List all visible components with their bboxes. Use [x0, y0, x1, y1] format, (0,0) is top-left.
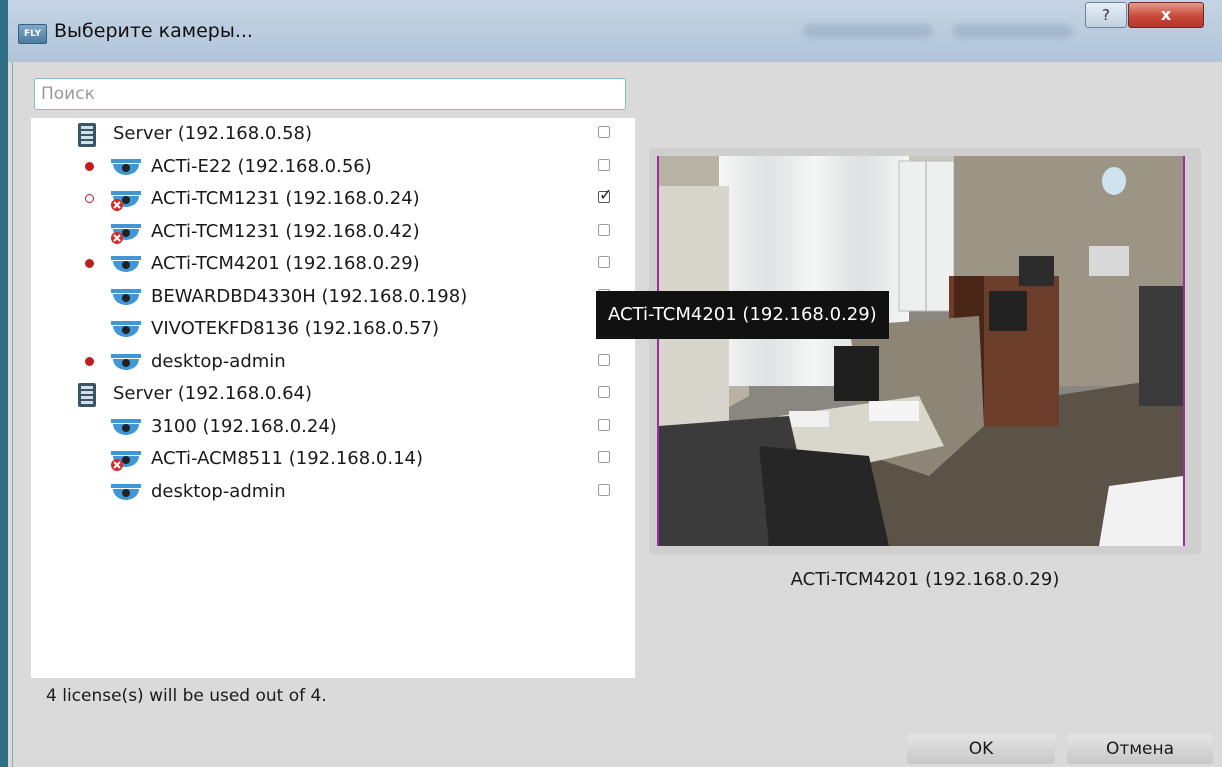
- dialog-title: Выберите камеры...: [54, 20, 253, 42]
- tree-camera-row[interactable]: ACTi-TCM4201 (192.168.0.29): [31, 248, 635, 280]
- recording-indicator-icon: [85, 356, 94, 366]
- camera-icon: [109, 351, 143, 379]
- tree-item-label: ACTi-TCM1231 (192.168.0.24): [151, 188, 420, 209]
- recording-indicator-icon: [85, 161, 94, 171]
- tree-camera-row[interactable]: desktop-admin: [31, 476, 635, 508]
- recording-indicator-icon: [85, 259, 94, 268]
- title-bar: FLY Выберите камеры... ? x: [8, 0, 1222, 62]
- tree-item-label: ACTi-ACM8511 (192.168.0.14): [151, 448, 424, 469]
- camera-preview: [649, 148, 1201, 554]
- camera-checkbox[interactable]: [598, 158, 610, 171]
- camera-checkbox[interactable]: [598, 451, 610, 463]
- recording-indicator-icon: [85, 194, 94, 203]
- tree-item-label: Server (192.168.0.64): [113, 383, 313, 404]
- tree-item-label: 3100 (192.168.0.24): [151, 415, 337, 437]
- tree-camera-row[interactable]: BEWARDBD4330H (192.168.0.198): [31, 281, 635, 313]
- office-scene-image: [659, 156, 1183, 546]
- tree-item-label: ACTi-TCM4201 (192.168.0.29): [151, 253, 420, 274]
- dialog-body: Server (192.168.0.58) ACTi-E22 (192.168.0…: [12, 62, 1218, 767]
- tree-item-label: desktop-admin: [151, 350, 286, 372]
- camera-error-icon: [109, 448, 143, 476]
- tree-camera-row[interactable]: VIVOTEKFD8136 (192.168.0.57): [31, 313, 635, 345]
- search-input[interactable]: [34, 78, 626, 110]
- tree-item-label: ACTi-E22 (192.168.0.56): [151, 155, 372, 177]
- tree-server-row[interactable]: Server (192.168.0.64): [31, 378, 635, 410]
- camera-checkbox[interactable]: [598, 483, 610, 496]
- ok-button[interactable]: OK: [907, 734, 1055, 764]
- tree-item-label: Server (192.168.0.58): [113, 123, 313, 144]
- server-icon: [77, 123, 97, 151]
- camera-checkbox[interactable]: [598, 223, 610, 236]
- cancel-button[interactable]: Отмена: [1067, 734, 1213, 764]
- app-logo-icon: FLY: [18, 24, 47, 44]
- close-button[interactable]: x: [1128, 2, 1204, 28]
- camera-checkbox[interactable]: [598, 126, 610, 138]
- camera-error-icon: [109, 221, 143, 249]
- camera-checkbox[interactable]: [598, 353, 610, 366]
- blurred-background-text: [953, 24, 1073, 38]
- tree-item-label: desktop-admin: [151, 480, 286, 502]
- tree-item-label: ACTi-TCM1231 (192.168.0.42): [151, 220, 420, 242]
- camera-icon: [109, 481, 143, 509]
- tree-item-label: BEWARDBD4330H (192.168.0.198): [151, 285, 468, 307]
- help-button[interactable]: ?: [1085, 2, 1127, 28]
- camera-checkbox[interactable]: ✓: [598, 185, 612, 204]
- tooltip: ACTi-TCM4201 (192.168.0.29): [596, 291, 889, 339]
- camera-checkbox[interactable]: [598, 256, 610, 268]
- camera-icon: [109, 253, 143, 281]
- tree-camera-row[interactable]: ACTi-ACM8511 (192.168.0.14): [31, 443, 635, 475]
- server-icon: [77, 383, 97, 411]
- tree-camera-row[interactable]: 3100 (192.168.0.24): [31, 411, 635, 443]
- blurred-background-text: [803, 24, 933, 38]
- camera-checkbox[interactable]: [598, 418, 610, 431]
- preview-image: [657, 156, 1185, 546]
- camera-tree[interactable]: Server (192.168.0.58) ACTi-E22 (192.168.0…: [31, 118, 635, 678]
- tree-camera-row[interactable]: desktop-admin: [31, 346, 635, 378]
- tree-item-label: VIVOTEKFD8136 (192.168.0.57): [151, 318, 439, 339]
- camera-checkbox[interactable]: [598, 386, 610, 398]
- check-mark-icon: ✓: [599, 185, 613, 204]
- tree-camera-row[interactable]: ACTi-TCM1231 (192.168.0.42): [31, 216, 635, 248]
- camera-icon: [109, 416, 143, 444]
- license-info: 4 license(s) will be used out of 4.: [46, 686, 327, 706]
- camera-icon: [109, 318, 143, 346]
- tree-camera-row[interactable]: ACTi-TCM1231 (192.168.0.24) ✓: [31, 183, 635, 215]
- camera-select-dialog: FLY Выберите камеры... ? x Server (192.1…: [8, 0, 1222, 767]
- tree-camera-row[interactable]: ACTi-E22 (192.168.0.56): [31, 151, 635, 183]
- preview-caption: ACTi-TCM4201 (192.168.0.29): [790, 569, 1060, 590]
- camera-icon: [109, 156, 143, 184]
- camera-error-icon: [109, 188, 143, 216]
- tree-server-row[interactable]: Server (192.168.0.58): [31, 118, 635, 150]
- camera-icon: [109, 286, 143, 314]
